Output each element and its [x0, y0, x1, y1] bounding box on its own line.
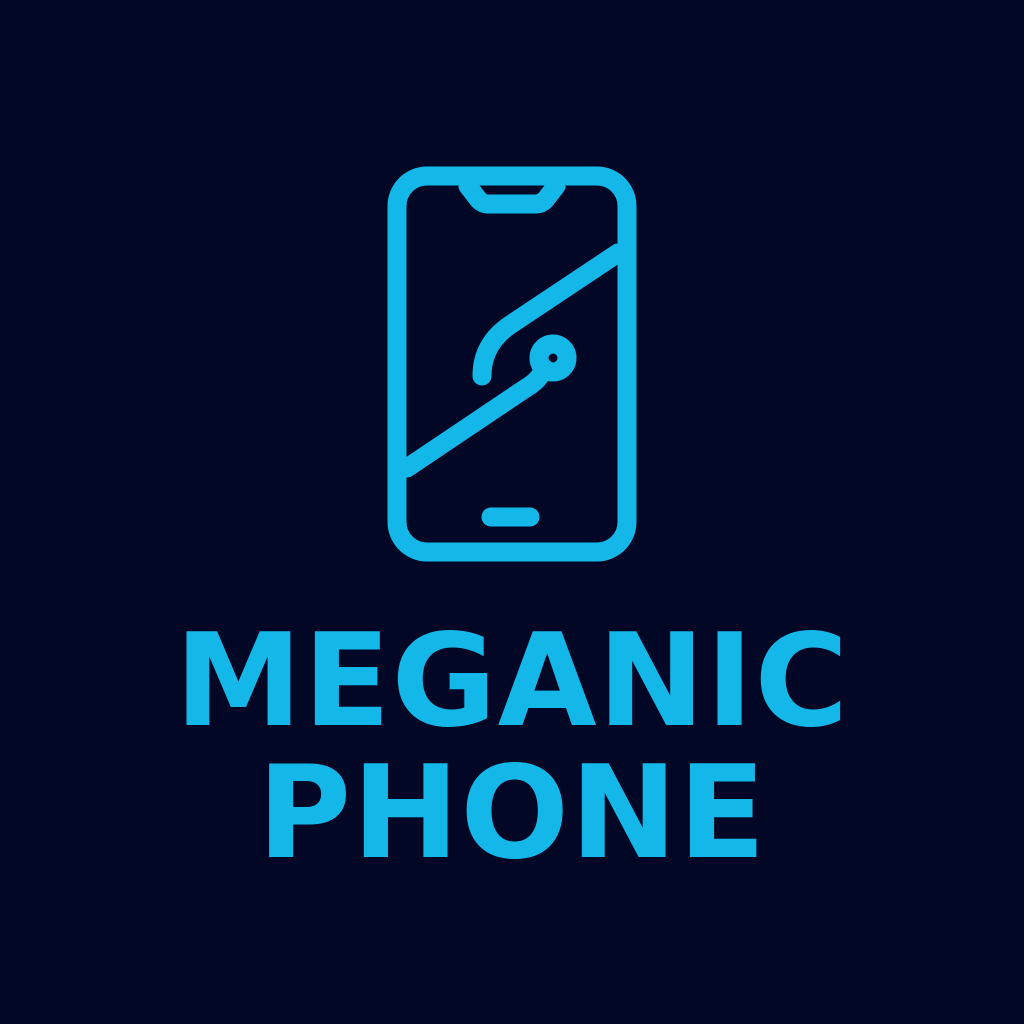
phone-body [387, 166, 637, 562]
screen-diagonal-upper [472, 243, 628, 386]
circuit-node [529, 334, 577, 382]
screen-diagonal-line [397, 358, 554, 478]
brand-name-line-1: MEGANIC [174, 607, 850, 756]
brand-name-line-2: PHONE [257, 739, 767, 888]
phone-notch [458, 176, 566, 214]
